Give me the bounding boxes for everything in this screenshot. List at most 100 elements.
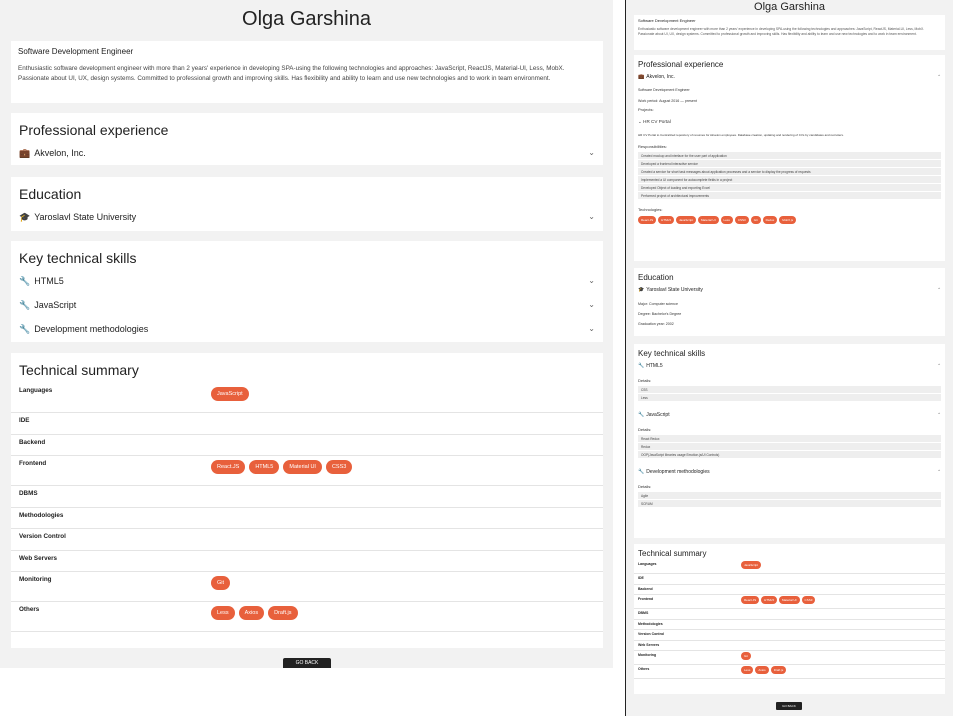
summary-row-methodologies: Methodologies <box>11 508 603 529</box>
tech-chip: Material UI <box>779 596 800 604</box>
tech-chip: CSS3 <box>734 216 749 224</box>
experience-card: Professional experience 💼 Akvelon, Inc. … <box>634 55 945 261</box>
summary-row-others: Others Less Axios Draft.js <box>11 602 603 632</box>
summary-row-others: Others Less Axios Draft.js <box>634 665 945 679</box>
summary-row-version-control: Version Control <box>634 630 945 641</box>
tech-chip: JavaScript <box>741 561 762 569</box>
wrench-icon: 🔧 <box>638 469 645 475</box>
section-title: Key technical skills <box>19 250 137 266</box>
summary-row-frontend: Frontend React.JS HTML5 Material UI CSS3 <box>634 595 945 609</box>
skill-name: HTML5 <box>646 363 663 369</box>
chevron-up-icon[interactable]: ⌃ <box>937 287 941 293</box>
summary-row-frontend: Frontend React.JS HTML5 Material UI CSS3 <box>11 456 603 486</box>
page-title: Olga Garshina <box>754 1 825 13</box>
technical-summary-card: Technical summary Languages JavaScript I… <box>634 544 945 694</box>
skill-detail: Agile <box>638 492 941 499</box>
tech-chip: Less <box>211 606 235 620</box>
go-back-button[interactable]: GO BACK <box>776 702 802 710</box>
tech-chip: HTML5 <box>249 460 280 474</box>
education-item[interactable]: 🎓 Yaroslavl State University ⌄ <box>11 205 603 229</box>
university-name: Yaroslavl State University <box>646 287 703 293</box>
section-title: Education <box>19 186 82 202</box>
graduation-cap-icon: 🎓 <box>19 211 31 222</box>
major: Major: Computer science <box>638 302 678 306</box>
page-title: Olga Garshina <box>242 8 371 30</box>
responsibility-item: Created a service for short task message… <box>638 168 941 175</box>
skills-card: Key technical skills 🔧 HTML5 ⌃ Details: … <box>634 344 945 538</box>
company-name: Akvelon, Inc. <box>34 148 86 158</box>
responsibility-item: Created mockup and interface for the use… <box>638 152 941 159</box>
graduation-year: Graduation year: 2002 <box>638 322 674 326</box>
company-name: Akvelon, Inc. <box>646 74 675 80</box>
chevron-down-icon[interactable]: ⌄ <box>588 276 595 285</box>
tech-chip: HTML5 <box>658 216 675 224</box>
technical-summary-card: Technical summary Languages JavaScript I… <box>11 353 603 648</box>
about-card: Software Development Engineer Enthusiast… <box>634 15 945 50</box>
tech-chip: Git <box>211 576 231 590</box>
project-item[interactable]: ⌄ HR CV Portal <box>634 117 945 127</box>
tech-chip: React.JS <box>638 216 657 224</box>
tech-chip: Draft.js <box>268 606 298 620</box>
summary-row-backend: Backend <box>11 435 603 456</box>
summary-row-monitoring: Monitoring Git <box>634 651 945 665</box>
tech-chip: Material UI <box>698 216 719 224</box>
summary-row-ide: IDE <box>634 574 945 585</box>
chevron-up-icon[interactable]: ⌃ <box>937 74 941 80</box>
section-title: Technical summary <box>19 362 139 378</box>
project-description: HR CV Portal to Centralized repository o… <box>638 133 844 137</box>
job-title: Software Development Engineer <box>638 18 696 23</box>
summary-row-monitoring: Monitoring Git <box>11 572 603 602</box>
skill-item-methodologies[interactable]: 🔧 Development methodologies ⌄ <box>11 317 603 341</box>
tech-chip: Axios <box>755 666 769 674</box>
tech-chip: JavaScript <box>676 216 697 224</box>
section-title: Education <box>638 273 674 282</box>
technologies-list: React.JS HTML5 JavaScript Material UI Le… <box>634 214 945 226</box>
summary-row-languages: Languages JavaScript <box>634 560 945 574</box>
chevron-down-icon[interactable]: ⌄ <box>588 212 595 221</box>
experience-item-akvelon[interactable]: 💼 Akvelon, Inc. ⌄ <box>11 141 603 165</box>
skill-detail: React Redux <box>638 435 941 442</box>
wrench-icon: 🔧 <box>19 323 31 334</box>
tech-chip: Redux <box>762 216 778 224</box>
summary-row-ide: IDE <box>11 413 603 435</box>
wrench-icon: 🔧 <box>638 412 645 418</box>
skill-item-html5[interactable]: 🔧 HTML5 ⌄ <box>11 269 603 293</box>
work-period: Work period: August 2016 — present <box>638 99 697 103</box>
experience-item-akvelon[interactable]: 💼 Akvelon, Inc. ⌃ <box>634 71 945 83</box>
section-title: Professional experience <box>638 60 724 69</box>
summary-row-methodologies: Methodologies <box>634 620 945 630</box>
tech-chip: HTML5 <box>761 596 778 604</box>
tech-chip: JavaScript <box>211 387 249 401</box>
tech-chip: Material UI <box>283 460 322 474</box>
section-title: Technical summary <box>638 549 707 558</box>
skill-name: JavaScript <box>34 300 77 310</box>
chevron-down-icon[interactable]: ⌄ <box>588 324 595 333</box>
summary-row-dbms: DBMS <box>11 486 603 508</box>
summary-row-languages: Languages JavaScript <box>11 383 603 413</box>
skill-item-methodologies[interactable]: 🔧 Development methodologies ⌃ <box>634 466 945 478</box>
skill-name: HTML5 <box>34 276 64 286</box>
chevron-down-icon[interactable]: ⌄ <box>588 300 595 309</box>
chevron-up-icon[interactable]: ⌃ <box>937 412 941 418</box>
tech-chip: MobX.js <box>779 216 797 224</box>
chevron-down-icon[interactable]: ⌄ <box>588 148 595 157</box>
chevron-up-icon[interactable]: ⌃ <box>937 363 941 369</box>
details-label: Details: <box>638 378 652 383</box>
summary-row-web-servers: Web Servers <box>634 641 945 651</box>
summary-row-backend: Backend <box>634 585 945 595</box>
degree: Degree: Bachelor's Degree <box>638 312 682 316</box>
skill-item-javascript[interactable]: 🔧 JavaScript ⌃ <box>634 409 945 421</box>
go-back-button[interactable]: GO BACK <box>283 658 331 668</box>
responsibility-item: Developed Object of loading and exportin… <box>638 184 941 191</box>
section-title: Professional experience <box>19 122 169 138</box>
briefcase-icon: 💼 <box>638 74 645 80</box>
graduation-cap-icon: 🎓 <box>638 287 645 293</box>
tech-chip: Less <box>720 216 733 224</box>
tech-chip: Git <box>750 216 761 224</box>
education-item[interactable]: 🎓 Yaroslavl State University ⌃ <box>634 284 945 296</box>
skill-item-html5[interactable]: 🔧 HTML5 ⌃ <box>634 360 945 372</box>
chevron-up-icon[interactable]: ⌃ <box>937 469 941 475</box>
skill-item-javascript[interactable]: 🔧 JavaScript ⌄ <box>11 293 603 317</box>
profile-description: Enthusiastic software development engine… <box>18 65 565 82</box>
summary-row-dbms: DBMS <box>634 609 945 620</box>
